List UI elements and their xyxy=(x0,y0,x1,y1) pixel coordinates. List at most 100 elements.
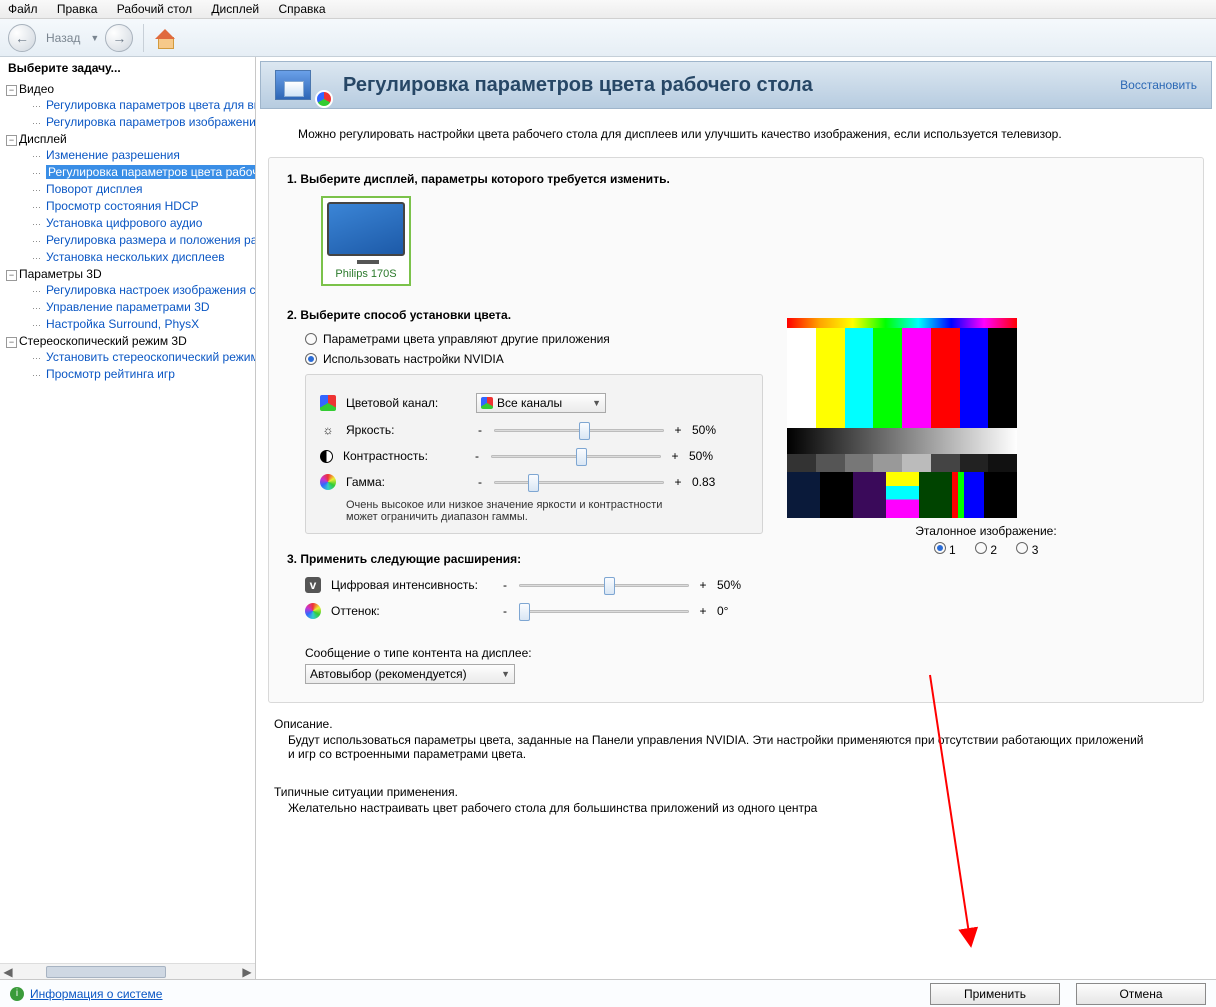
usage-body: Желательно настраивать цвет рабочего сто… xyxy=(288,801,1148,815)
ref-radio-2-label: 2 xyxy=(990,543,997,557)
display-name: Philips 170S xyxy=(327,268,405,280)
dropdown-icon: ▼ xyxy=(592,398,601,408)
tree-item-multimon[interactable]: Установка нескольких дисплеев xyxy=(46,250,225,264)
display-thumbnail[interactable]: Philips 170S xyxy=(321,196,411,286)
content-type-label: Сообщение о типе контента на дисплее: xyxy=(305,646,763,660)
ref-radio-3-label: 3 xyxy=(1032,543,1039,557)
sysinfo-icon: i xyxy=(10,987,24,1001)
color-controls-box: Цветовой канал: Все каналы ▼ ☼ Яркость: xyxy=(305,374,763,534)
gamma-slider[interactable] xyxy=(494,473,664,491)
minus-sign: - xyxy=(501,578,509,592)
menu-desktop[interactable]: Рабочий стол xyxy=(117,2,192,16)
hue-slider[interactable] xyxy=(519,602,689,620)
task-tree[interactable]: −Видео ⋯Регулировка параметров цвета для… xyxy=(0,79,255,963)
contrast-icon xyxy=(320,450,333,463)
plus-sign: + xyxy=(674,423,682,437)
menu-edit[interactable]: Правка xyxy=(57,2,98,16)
tree-toggle-icon[interactable]: − xyxy=(6,85,17,96)
back-label: Назад xyxy=(46,31,80,45)
radio-other-apps-label: Параметрами цвета управляют другие прило… xyxy=(323,332,610,346)
tree-item-3d-manage[interactable]: Управление параметрами 3D xyxy=(46,300,210,314)
tree-item-rotate[interactable]: Поворот дисплея xyxy=(46,182,143,196)
back-button[interactable]: ← xyxy=(8,24,36,52)
tree-branch-icon: ⋯ xyxy=(32,182,46,198)
minus-sign: - xyxy=(501,604,509,618)
ref-radio-3[interactable]: 3 xyxy=(1016,543,1038,557)
radio-other-apps[interactable] xyxy=(305,333,317,345)
vibrance-value: 50% xyxy=(717,578,763,592)
tree-item-hdcp[interactable]: Просмотр состояния HDCP xyxy=(46,199,199,213)
description-body: Будут использоваться параметры цвета, за… xyxy=(288,733,1148,761)
tree-item-game-rating[interactable]: Просмотр рейтинга игр xyxy=(46,367,175,381)
brightness-slider[interactable] xyxy=(494,421,664,439)
monitor-icon xyxy=(327,202,405,256)
reference-label: Эталонное изображение: xyxy=(787,524,1185,538)
dropdown-icon: ▼ xyxy=(501,669,510,679)
tree-group-stereo[interactable]: Стереоскопический режим 3D xyxy=(19,334,187,348)
tree-branch-icon: ⋯ xyxy=(32,216,46,232)
content-type-combo[interactable]: Автовыбор (рекомендуется) ▼ xyxy=(305,664,515,684)
vibrance-slider[interactable] xyxy=(519,576,689,594)
channel-value: Все каналы xyxy=(497,396,562,410)
sidebar-hscroll[interactable]: ◀ ▶ xyxy=(0,963,255,979)
gamma-hint: Очень высокое или низкое значение яркост… xyxy=(346,499,666,523)
tree-item-3d-image[interactable]: Регулировка настроек изображения с пр xyxy=(46,283,255,297)
tree-item-video-image[interactable]: Регулировка параметров изображения д xyxy=(46,115,255,129)
banner-color-icon xyxy=(315,90,333,108)
tree-group-3d[interactable]: Параметры 3D xyxy=(19,267,102,281)
combo-color-icon xyxy=(481,397,493,409)
tree-item-resolution[interactable]: Изменение разрешения xyxy=(46,148,180,162)
home-icon[interactable] xyxy=(154,27,176,49)
scroll-left-icon[interactable]: ◀ xyxy=(0,965,16,979)
tree-group-display[interactable]: Дисплей xyxy=(19,132,67,146)
contrast-slider[interactable] xyxy=(491,447,661,465)
usage-heading: Типичные ситуации применения. xyxy=(274,785,1198,799)
scroll-right-icon[interactable]: ▶ xyxy=(239,965,255,979)
restore-link[interactable]: Восстановить xyxy=(1120,78,1197,92)
tree-group-video[interactable]: Видео xyxy=(19,82,54,96)
ref-radio-1-label: 1 xyxy=(949,543,956,557)
tree-toggle-icon[interactable]: − xyxy=(6,270,17,281)
menu-file[interactable]: Файл xyxy=(8,2,38,16)
tree-branch-icon: ⋯ xyxy=(32,283,46,299)
tree-item-video-color[interactable]: Регулировка параметров цвета для вид xyxy=(46,98,255,112)
tree-toggle-icon[interactable]: − xyxy=(6,135,17,146)
apply-button[interactable]: Применить xyxy=(930,983,1060,1005)
tree-item-surround[interactable]: Настройка Surround, PhysX xyxy=(46,317,199,331)
brightness-icon: ☼ xyxy=(320,422,336,438)
tree-item-stereo-setup[interactable]: Установить стереоскопический режим 3 xyxy=(46,350,255,364)
tree-item-size-position[interactable]: Регулировка размера и положения рабо xyxy=(46,233,255,247)
cancel-button[interactable]: Отмена xyxy=(1076,983,1206,1005)
hue-value: 0° xyxy=(717,604,763,618)
tree-item-audio[interactable]: Установка цифрового аудио xyxy=(46,216,202,230)
tree-branch-icon: ⋯ xyxy=(32,98,46,114)
ref-radio-1[interactable]: 1 xyxy=(934,543,956,557)
sysinfo-link[interactable]: Информация о системе xyxy=(30,987,162,1001)
gamma-value: 0.83 xyxy=(692,475,738,489)
channel-combo[interactable]: Все каналы ▼ xyxy=(476,393,606,413)
plus-sign: + xyxy=(671,449,679,463)
scroll-thumb[interactable] xyxy=(46,966,166,978)
radio-nvidia[interactable] xyxy=(305,353,317,365)
tree-toggle-icon[interactable]: − xyxy=(6,337,17,348)
menu-display[interactable]: Дисплей xyxy=(211,2,259,16)
vibrance-icon: v xyxy=(305,577,321,593)
forward-button[interactable]: → xyxy=(105,24,133,52)
tree-branch-icon: ⋯ xyxy=(32,233,46,249)
back-dropdown-icon[interactable]: ▼ xyxy=(90,33,99,43)
tree-branch-icon: ⋯ xyxy=(32,367,46,383)
menu-bar: Файл Правка Рабочий стол Дисплей Справка xyxy=(0,0,1216,19)
intro-text: Можно регулировать настройки цвета рабоч… xyxy=(298,127,1204,141)
menu-help[interactable]: Справка xyxy=(278,2,325,16)
contrast-value: 50% xyxy=(689,449,735,463)
ref-radio-2[interactable]: 2 xyxy=(975,543,997,557)
reference-image xyxy=(787,318,1017,518)
hue-icon xyxy=(305,603,321,619)
contrast-label: Контрастность: xyxy=(343,449,463,463)
tree-branch-icon: ⋯ xyxy=(32,115,46,131)
tree-item-desktop-color[interactable]: Регулировка параметров цвета рабочег xyxy=(46,165,255,179)
minus-sign: - xyxy=(476,475,484,489)
brightness-label: Яркость: xyxy=(346,423,466,437)
radio-nvidia-label: Использовать настройки NVIDIA xyxy=(323,352,504,366)
settings-panel: 1. Выберите дисплей, параметры которого … xyxy=(268,157,1204,703)
